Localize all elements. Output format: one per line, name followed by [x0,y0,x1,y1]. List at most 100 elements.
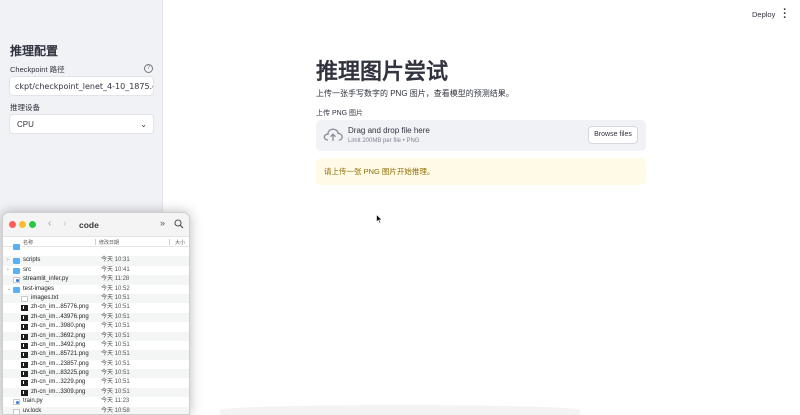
warning-alert: 请上传一张 PNG 图片开始推理。 [316,158,646,185]
browse-files-button[interactable]: Browse files [588,126,638,144]
kebab-menu-icon[interactable]: · · · [782,5,788,24]
checkpoint-path-input[interactable]: ckpt/checkpoint_lenet_4-10_1875.ckpt [9,76,154,96]
disclosure-open-icon[interactable]: ⌄ [7,285,11,294]
file-list-row[interactable]: zh-cn_im...3980.png 今天 10:51 [3,322,189,331]
page-subtitle: 上传一张手写数字的 PNG 图片，查看模型的预测结果。 [316,89,514,98]
file-list-row[interactable]: › scripts 今天 10:31 [3,256,189,266]
page-title: 推理图片尝试 [316,59,449,84]
deploy-button[interactable]: Deploy [752,10,775,19]
finder-window-title: code [79,220,99,230]
file-list-row[interactable]: zh-cn_im...43976.png 今天 10:51 [3,312,189,323]
file-name: streamlit_infer.py [23,276,69,283]
file-list-row[interactable]: zh-cn_im...3492.png 今天 10:51 [3,341,189,350]
file-modified-date: 今天 10:52 [101,285,130,292]
column-size-header[interactable]: 大小 [175,239,185,246]
file-name: scripts [23,257,41,264]
dropzone-title: Drag and drop file here [348,126,430,135]
file-name: zh-cn_im...3309.png [31,388,86,395]
file-modified-date: 今天 10:51 [101,332,130,339]
file-name: train.py [23,398,43,405]
file-list-row[interactable]: zh-cn_im...3229.png 今天 10:51 [3,378,189,387]
disclosure-closed-icon[interactable]: › [7,256,9,265]
file-list-row[interactable]: uv.lock 今天 10:58 [3,406,189,414]
column-name-header[interactable]: 名称 [23,239,33,246]
file-list-row[interactable]: train.py 今天 11:23 [3,397,189,406]
sidebar-title: 推理配置 [10,44,59,58]
search-icon[interactable] [174,219,184,229]
forward-arrow-icon[interactable]: › [63,218,66,229]
file-name: zh-cn_im...85776.png [31,304,89,311]
minimize-window-button[interactable] [19,221,26,228]
text-file-icon [13,408,20,414]
file-name: zh-cn_im...3492.png [31,341,86,348]
image-file-icon [21,389,28,396]
file-modified-date: 今天 11:23 [101,398,130,405]
help-icon[interactable]: ? [144,64,153,73]
checkpoint-label: Checkpoint 路径 [10,65,65,74]
image-file-icon [21,314,28,321]
file-name: zh-cn_im...83225.png [31,370,89,377]
file-list-row[interactable] [3,244,189,256]
mouse-cursor-icon [376,214,383,224]
image-file-icon [21,305,28,312]
file-modified-date: 今天 10:51 [101,323,130,330]
file-list-row[interactable]: images.txt 今天 10:51 [3,293,189,304]
zoom-window-button[interactable] [29,221,36,228]
python-file-icon [13,277,20,284]
file-list-row[interactable]: › src 今天 10:41 [3,266,189,275]
file-list-row[interactable]: zh-cn_im...85776.png 今天 10:51 [3,303,189,312]
image-file-icon [21,352,28,359]
device-select[interactable]: CPU ⌄ [9,114,154,134]
file-modified-date: 今天 10:58 [101,407,130,414]
file-list-row[interactable]: zh-cn_im...3309.png 今天 10:51 [3,387,189,398]
file-modified-date: 今天 10:51 [101,388,130,395]
finder-toolbar: ‹ › code » [3,213,189,237]
file-list: › scripts 今天 10:31 › src 今天 10:41 streamlit_in… [3,244,189,414]
finder-window[interactable]: ‹ › code » 名称 修改日期 大小 › scripts 今天 10:31 › s… [2,212,190,415]
file-modified-date: 今天 10:51 [101,370,130,377]
column-header: 名称 修改日期 大小 [3,237,189,247]
disclosure-closed-icon[interactable]: › [7,266,9,275]
file-list-row[interactable]: zh-cn_im...85721.png 今天 10:51 [3,350,189,360]
file-modified-date: 今天 10:51 [101,341,130,348]
file-modified-date: 今天 10:51 [101,313,130,320]
file-list-row[interactable]: zh-cn_im...3692.png 今天 10:51 [3,331,189,341]
file-name: zh-cn_im...3980.png [31,323,86,330]
cloud-upload-icon [323,128,343,141]
file-modified-date: 今天 10:51 [101,351,130,358]
file-name: src [23,266,31,273]
image-file-icon [21,361,28,368]
device-label: 推理设备 [10,103,40,112]
text-file-icon [21,295,28,302]
file-modified-date: 今天 10:51 [101,304,130,311]
file-name: zh-cn_im...23857.png [31,360,89,367]
toolbar-more-icon[interactable]: » [160,218,165,228]
file-modified-date: 今天 11:28 [101,276,130,283]
file-name: images.txt [31,294,59,301]
folder-icon [13,258,20,265]
window-shadow [220,405,580,415]
file-list-row[interactable]: ⌄ test-images 今天 10:52 [3,285,189,294]
chevron-down-icon: ⌄ [140,120,147,129]
file-list-row[interactable]: zh-cn_im...23857.png 今天 10:51 [3,360,189,369]
folder-icon [13,267,20,274]
dropzone-subtitle: Limit 200MB per file • PNG [348,138,420,144]
file-name: uv.lock [23,407,42,414]
device-select-value: CPU [17,120,34,129]
file-list-row[interactable]: zh-cn_im...83225.png 今天 10:51 [3,369,189,379]
file-name: test-images [23,285,55,292]
back-arrow-icon[interactable]: ‹ [48,218,51,229]
file-modified-date: 今天 10:31 [101,257,130,264]
file-modified-date: 今天 10:51 [101,379,130,386]
folder-icon [13,286,20,293]
file-list-row[interactable]: streamlit_infer.py 今天 11:28 [3,275,189,285]
file-modified-date: 今天 10:41 [101,266,130,273]
folder-icon [13,244,20,250]
file-dropzone[interactable]: Drag and drop file here Limit 200MB per … [316,120,646,151]
image-file-icon [21,371,28,378]
image-file-icon [21,324,28,331]
image-file-icon [21,342,28,349]
column-date-header[interactable]: 修改日期 [99,239,119,246]
column-divider [95,239,96,245]
close-window-button[interactable] [9,221,16,228]
